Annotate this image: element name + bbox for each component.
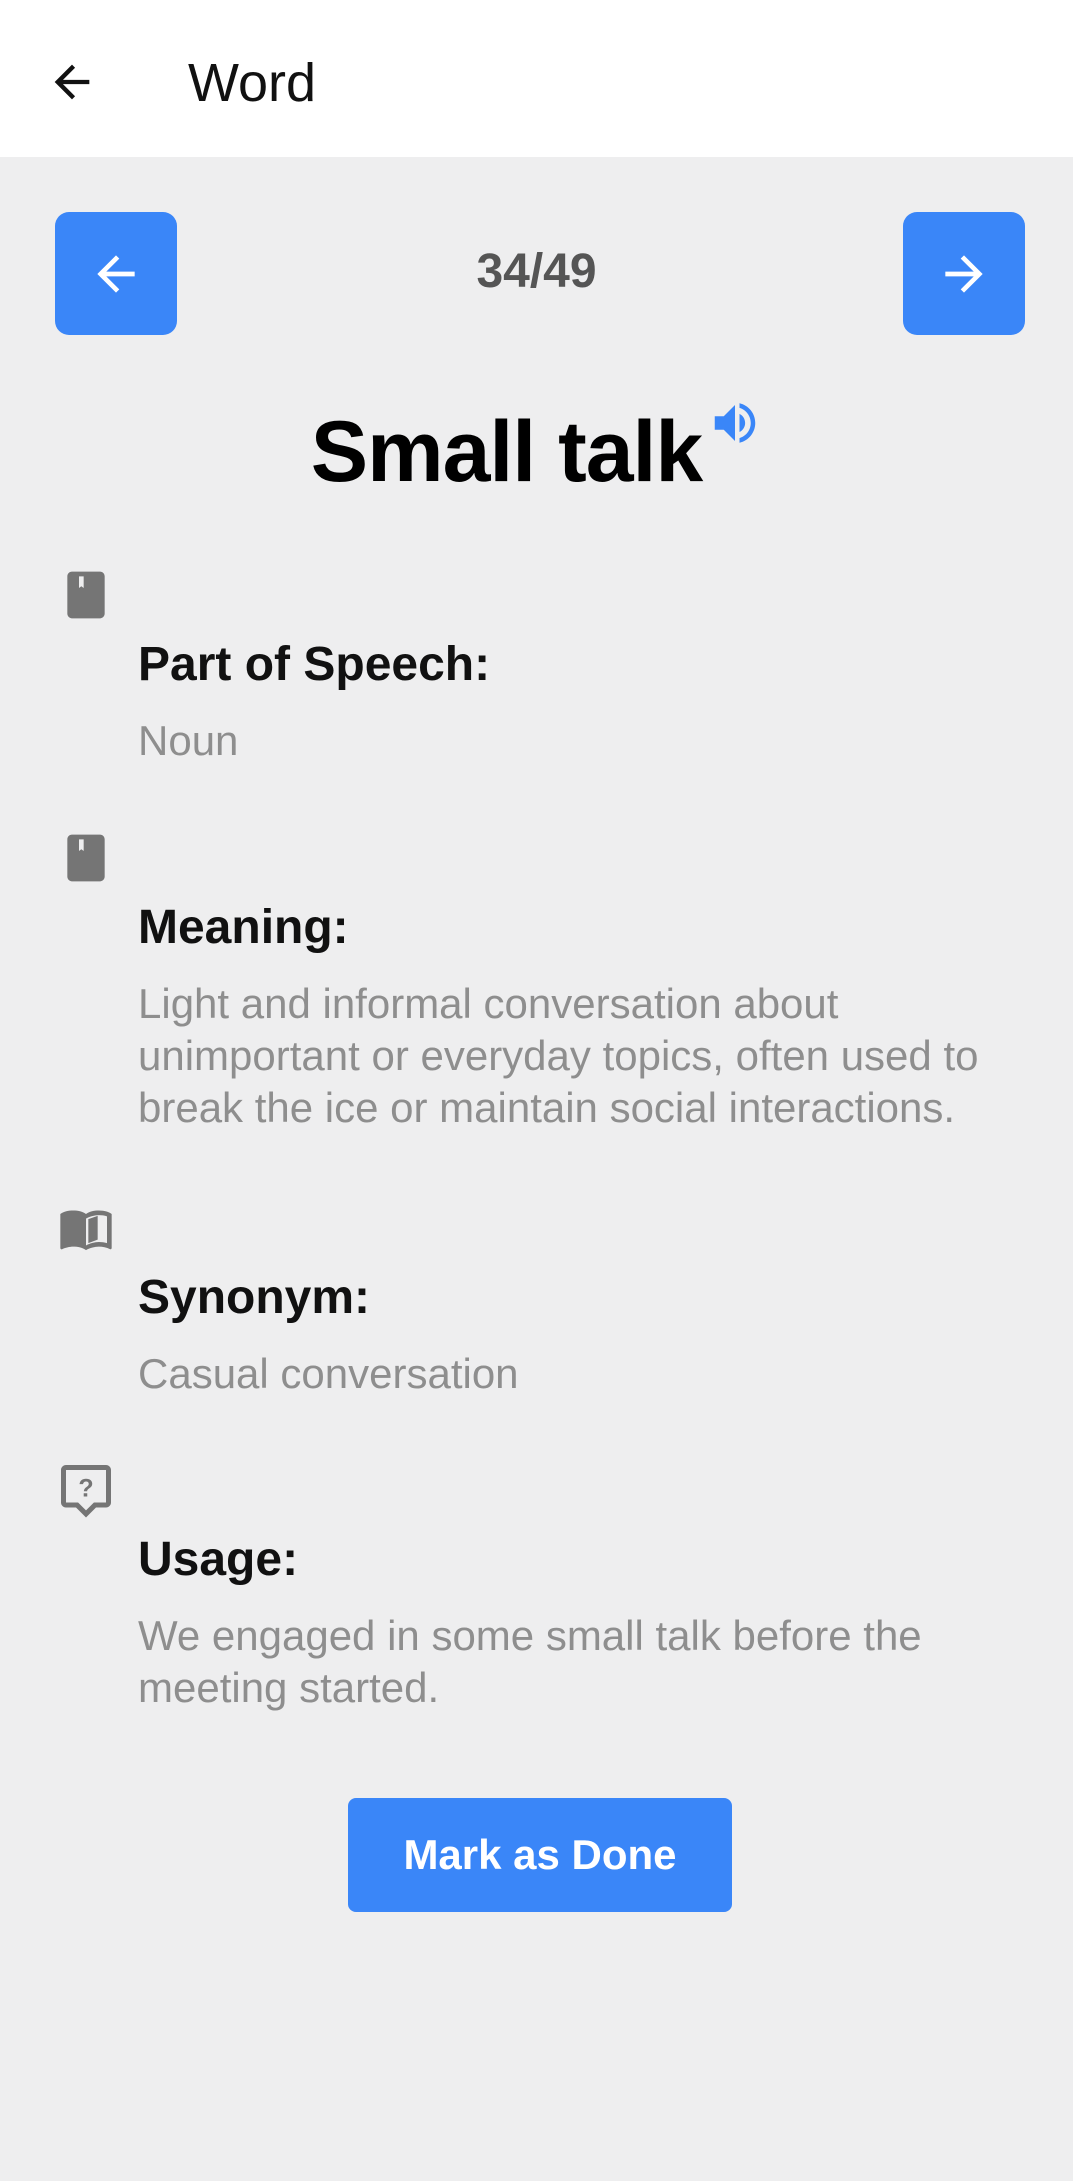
word-header: Small talk (0, 400, 1073, 504)
back-button[interactable] (34, 44, 110, 120)
section-value: Noun (138, 717, 239, 764)
word-title: Small talk (310, 404, 704, 500)
section-value: Casual conversation (138, 1350, 519, 1397)
question-bubble-icon: ? (56, 1460, 116, 1520)
app-bar: Word (0, 0, 1073, 157)
speaker-icon[interactable] (708, 396, 762, 450)
mark-as-done-button[interactable]: Mark as Done (348, 1798, 732, 1912)
section-value: We engaged in some small talk before the… (138, 1612, 922, 1711)
arrow-left-icon (54, 64, 90, 100)
svg-text:?: ? (78, 1474, 93, 1502)
section-label: Meaning: (138, 901, 349, 954)
book-icon (56, 828, 116, 888)
page-title: Word (188, 53, 317, 113)
next-word-button[interactable] (903, 212, 1025, 335)
section-value: Light and informal conversation about un… (138, 980, 979, 1131)
section-label: Part of Speech: (138, 638, 491, 691)
section-label: Synonym: (138, 1271, 371, 1324)
section-label: Usage: (138, 1533, 299, 1586)
open-book-icon (56, 1198, 116, 1258)
book-icon (56, 565, 116, 625)
arrow-right-icon (945, 254, 983, 293)
